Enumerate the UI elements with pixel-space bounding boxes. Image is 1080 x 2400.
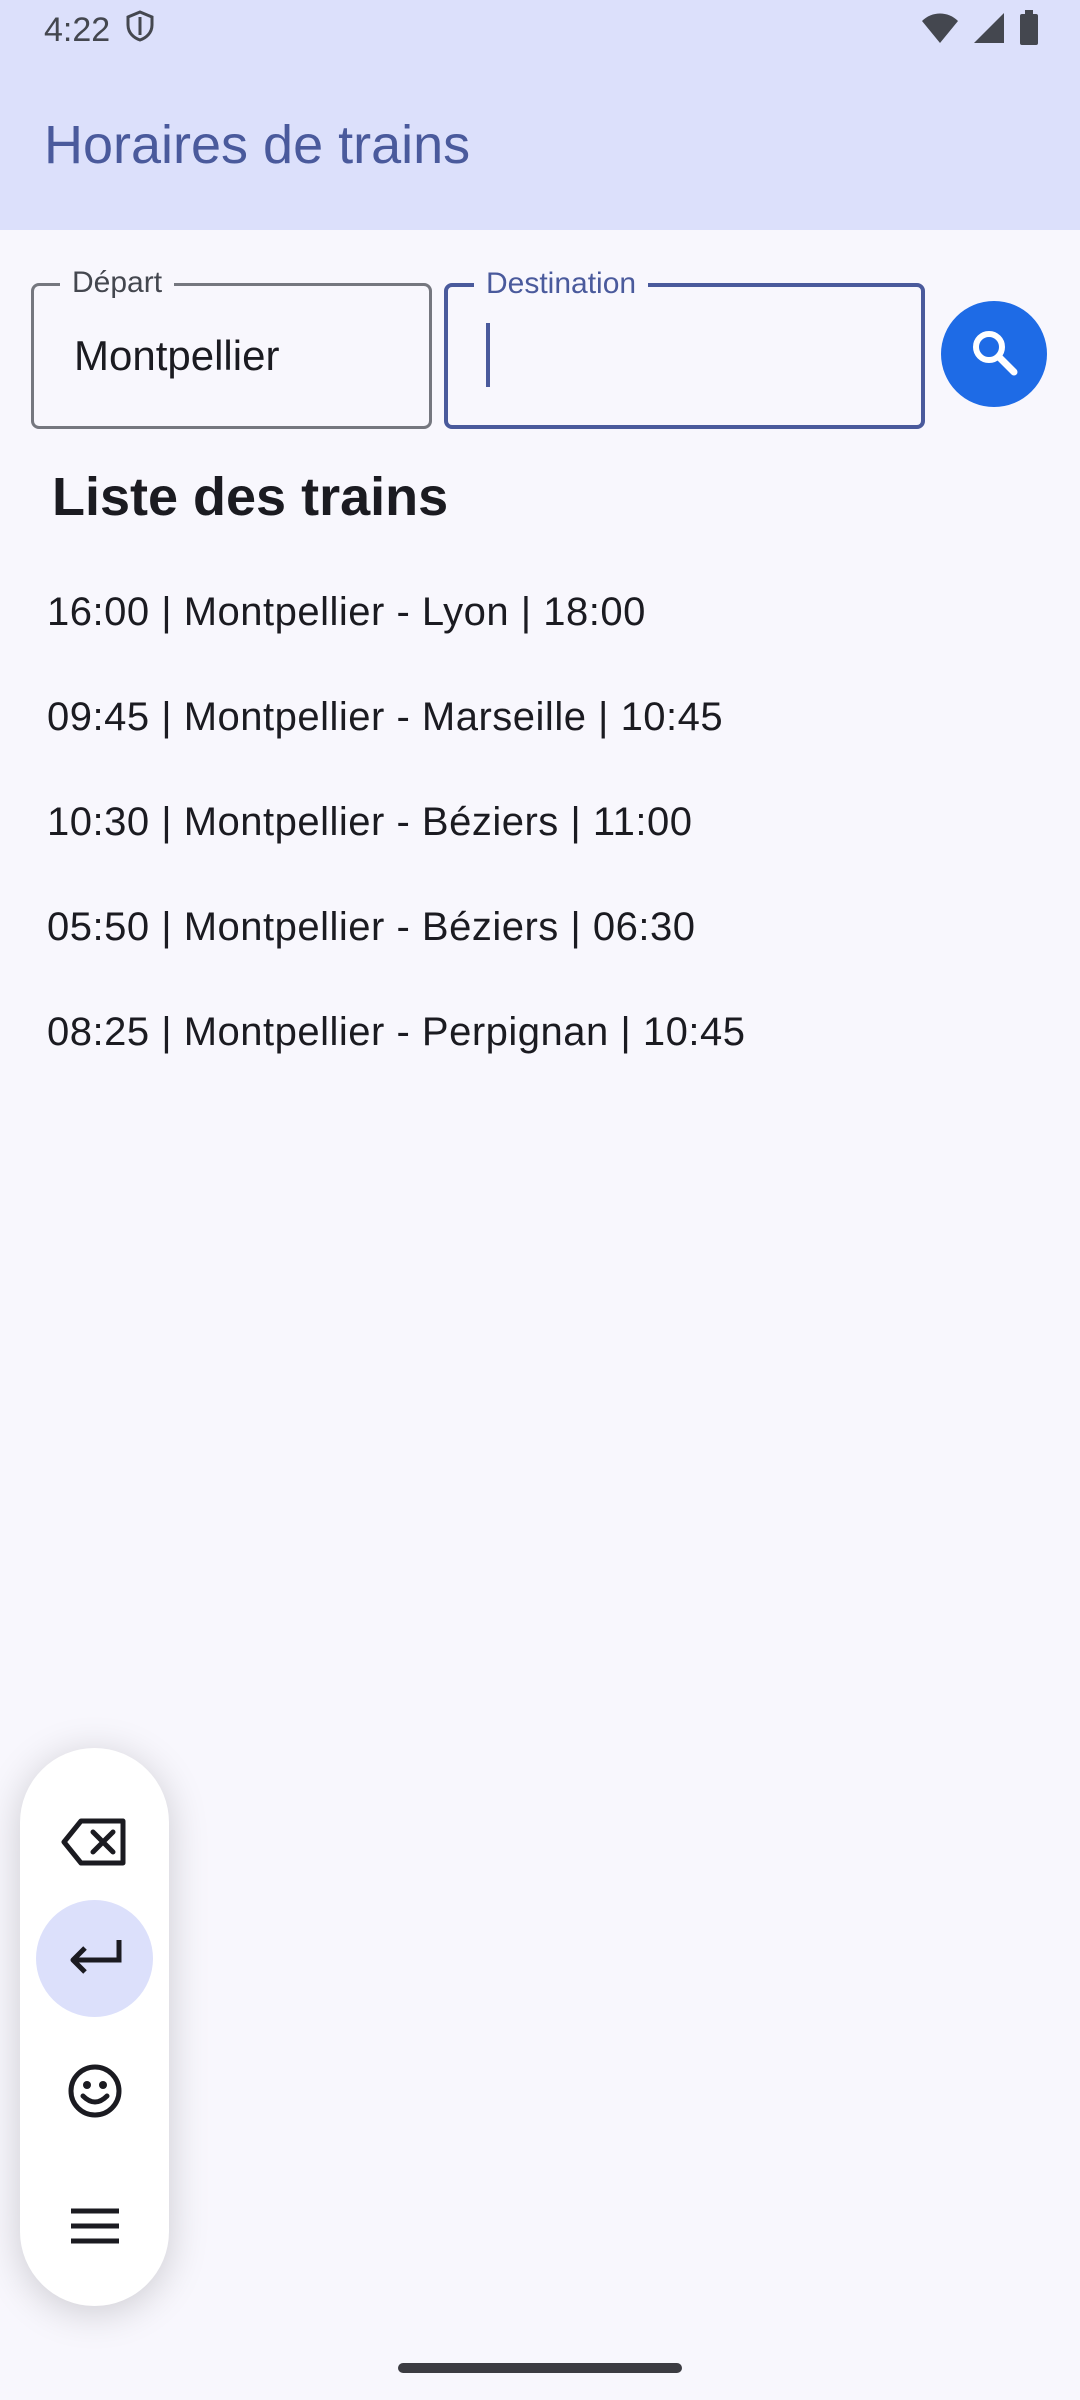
destination-field[interactable]: Destination: [444, 267, 925, 429]
status-bar: 4:22: [0, 0, 1080, 60]
enter-icon: [67, 1936, 123, 1981]
search-icon: [968, 326, 1020, 383]
emoji-button[interactable]: [36, 2035, 153, 2152]
emoji-icon: [67, 2063, 123, 2124]
app-title: Horaires de trains: [44, 115, 471, 175]
enter-button[interactable]: [36, 1900, 153, 2017]
depart-field[interactable]: Départ Montpellier: [31, 266, 432, 429]
app-bar: Horaires de trains: [0, 60, 1080, 230]
text-cursor: [486, 323, 490, 387]
menu-button[interactable]: [36, 2170, 153, 2287]
signal-icon: [972, 11, 1006, 50]
home-indicator[interactable]: [398, 2363, 682, 2373]
depart-value: Montpellier: [74, 332, 280, 379]
search-button[interactable]: [941, 301, 1047, 407]
train-item[interactable]: 10:30 | Montpellier - Béziers | 11:00: [47, 785, 1007, 890]
status-time: 4:22: [44, 10, 111, 49]
train-item[interactable]: 05:50 | Montpellier - Béziers | 06:30: [47, 890, 1007, 995]
battery-icon: [1018, 9, 1040, 51]
depart-label: Départ: [60, 266, 175, 300]
backspace-button[interactable]: [36, 1786, 153, 1903]
menu-icon: [69, 2206, 121, 2251]
train-list: 16:00 | Montpellier - Lyon | 18:00 09:45…: [47, 575, 1007, 1100]
train-item[interactable]: 09:45 | Montpellier - Marseille | 10:45: [47, 680, 1007, 785]
keyboard-floating-toolbar: [20, 1748, 169, 2306]
shield-icon: [126, 9, 154, 51]
wifi-icon: [920, 11, 960, 50]
train-item[interactable]: 08:25 | Montpellier - Perpignan | 10:45: [47, 995, 1007, 1100]
backspace-icon: [61, 1817, 129, 1872]
train-item[interactable]: 16:00 | Montpellier - Lyon | 18:00: [47, 575, 1007, 680]
destination-label: Destination: [474, 267, 649, 301]
train-list-title: Liste des trains: [52, 467, 449, 527]
